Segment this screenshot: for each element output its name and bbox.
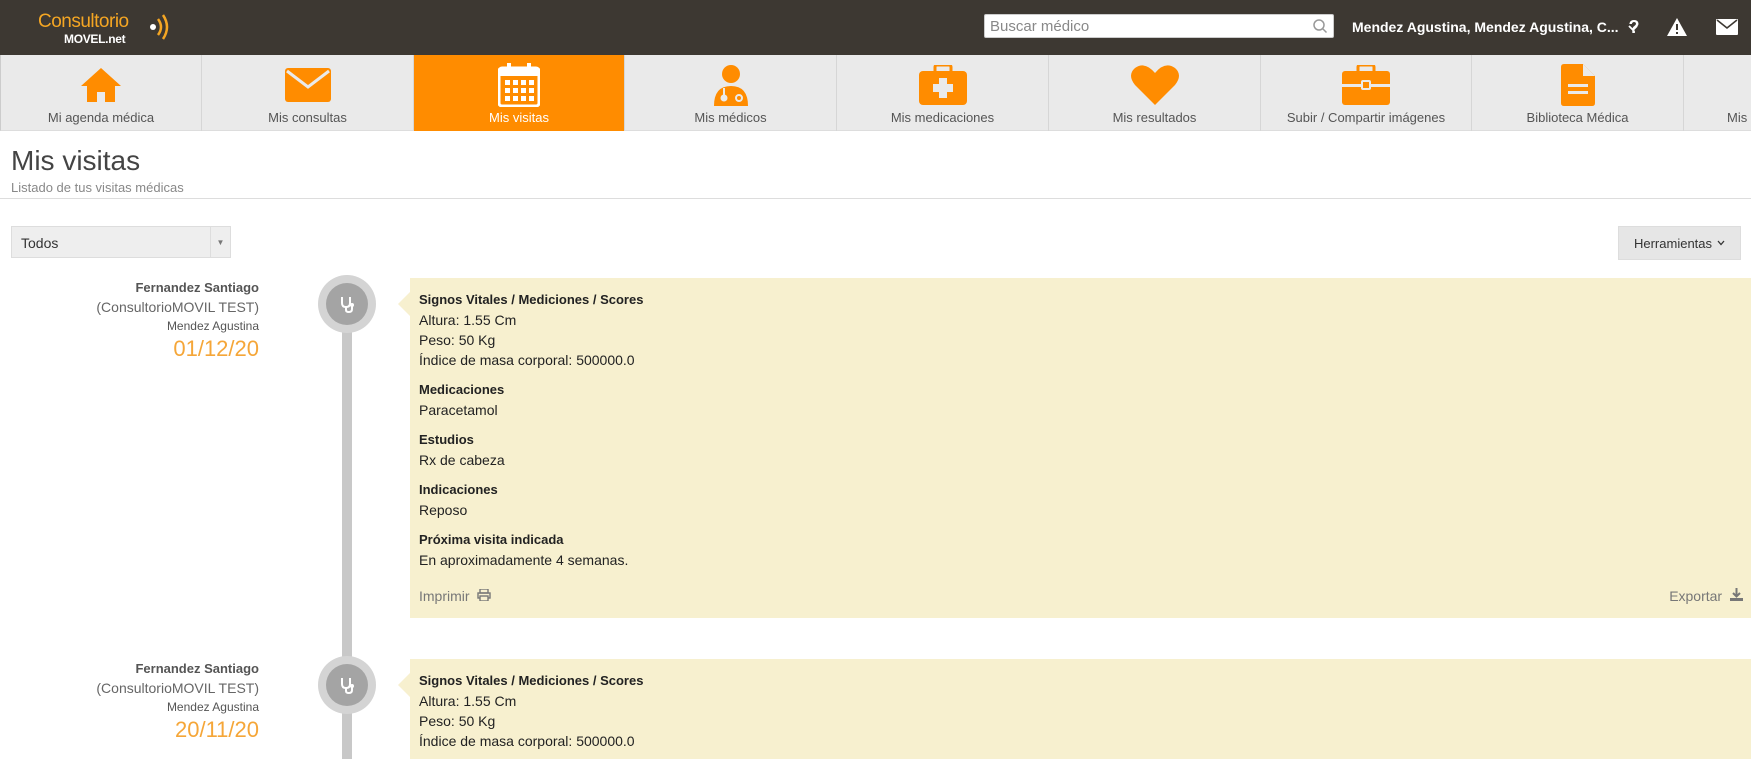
stethoscope-icon	[341, 297, 354, 313]
nav-item-medicaciones[interactable]: Mis medicaciones	[837, 55, 1049, 131]
section-line: Peso: 50 Kg	[419, 332, 496, 348]
visit-filter-select[interactable]: Todos ▼	[11, 226, 231, 258]
patient-name: Mendez Agustina	[166, 700, 259, 714]
tools-label: Herramientas	[1633, 235, 1713, 251]
dropdown-arrow-icon: ▼	[210, 227, 230, 257]
section-line: Peso: 50 Kg	[419, 713, 496, 729]
section-title: Próxima visita indicada	[419, 532, 564, 547]
export-label: Exportar	[1669, 588, 1723, 604]
app-logo[interactable]: Consultorio MOVEL.net	[38, 7, 169, 49]
visit-section: Próxima visita indicada En aproximadamen…	[419, 530, 1742, 570]
section-title: Signos Vitales / Mediciones / Scores	[419, 292, 644, 307]
top-header: Consultorio MOVEL.net Mendez Agustina, M…	[0, 0, 1751, 55]
clinic-name: (ConsultorioMOVIL TEST)	[96, 680, 259, 696]
calendar-icon	[498, 63, 540, 107]
print-button[interactable]: Imprimir	[419, 588, 492, 604]
first-aid-kit-icon	[918, 63, 967, 107]
patient-name: Mendez Agustina	[166, 319, 259, 333]
visit-section: Signos Vitales / Mediciones / Scores Alt…	[419, 671, 1742, 751]
envelope-icon[interactable]	[1715, 15, 1739, 39]
card-footer: Imprimir Exportar	[419, 588, 1743, 608]
page-subtitle: Listado de tus visitas médicas	[11, 180, 184, 195]
nav-item-label: Subir / Compartir imágenes	[1286, 110, 1446, 125]
doctor-search[interactable]	[984, 14, 1334, 38]
tools-dropdown-button[interactable]: Herramientas	[1618, 226, 1741, 260]
filter-value: Todos	[21, 235, 59, 251]
timeline-node	[318, 275, 376, 333]
visit-date: 01/12/20	[173, 336, 259, 361]
nav-item-imagenes[interactable]: Subir / Compartir imágenes	[1261, 55, 1472, 131]
section-line: Altura: 1.55 Cm	[419, 693, 517, 709]
section-line: En aproximadamente 4 semanas.	[419, 552, 629, 568]
section-line: Paracetamol	[419, 402, 498, 418]
section-line: Altura: 1.55 Cm	[419, 312, 517, 328]
nav-item-label: Biblioteca Médica	[1526, 110, 1629, 125]
clinic-name: (ConsultorioMOVIL TEST)	[96, 299, 259, 315]
section-line: Índice de masa corporal: 500000.0	[419, 352, 635, 368]
nav-item-label: Mi agenda médica	[47, 110, 155, 125]
nav-item-label: Mis consultas	[268, 110, 347, 125]
visit-date: 20/11/20	[174, 717, 259, 742]
section-title: Estudios	[419, 432, 474, 447]
heart-icon	[1130, 63, 1179, 107]
visit-meta: Fernandez Santiago (ConsultorioMOVIL TES…	[19, 280, 259, 362]
section-title: Signos Vitales / Mediciones / Scores	[419, 673, 644, 688]
section-title: Medicaciones	[419, 382, 505, 397]
visit-section: Estudios Rx de cabeza	[419, 430, 1742, 470]
nav-item-label: Mis medicaciones	[890, 110, 995, 125]
visit-card: Signos Vitales / Mediciones / Scores Alt…	[398, 659, 1751, 759]
briefcase-icon	[1342, 63, 1390, 107]
nav-item-visitas[interactable]: Mis visitas	[414, 55, 625, 131]
main-nav: Mi agenda médica Mis consultas Mis visit…	[0, 55, 1751, 131]
search-input[interactable]	[985, 15, 1305, 37]
print-label: Imprimir	[419, 588, 470, 604]
download-icon	[1730, 588, 1743, 601]
logo-subtext: MOVEL.net	[64, 32, 126, 46]
visit-section: Indicaciones Reposo	[419, 480, 1742, 520]
nav-item-label: Mis resultados	[1112, 110, 1197, 125]
page-title: Mis visitas	[11, 145, 141, 176]
user-menu[interactable]: Mendez Agustina, Mendez Agustina, C...	[1352, 19, 1639, 35]
section-line: Rx de cabeza	[419, 452, 505, 468]
home-icon	[79, 63, 123, 107]
nav-item-agenda[interactable]: Mi agenda médica	[1, 55, 202, 131]
nav-item-label: Mis	[1727, 110, 1748, 125]
nav-item-biblioteca[interactable]: Biblioteca Médica	[1472, 55, 1684, 131]
nav-item-consultas[interactable]: Mis consultas	[202, 55, 414, 131]
question-icon[interactable]: ?	[1622, 15, 1646, 39]
stethoscope-icon	[341, 678, 354, 694]
divider	[0, 198, 1751, 199]
doctor-name: Fernandez Santiago	[135, 280, 259, 295]
document-icon	[1560, 63, 1595, 107]
doctor-icon	[712, 63, 750, 107]
nav-item-more[interactable]: Mis	[1684, 55, 1751, 131]
logo-text: Consultorio	[38, 11, 129, 32]
export-button[interactable]: Exportar	[1669, 588, 1743, 604]
section-line: Índice de masa corporal: 500000.0	[419, 733, 635, 749]
user-label: Mendez Agustina, Mendez Agustina, C...	[1352, 19, 1619, 35]
visit-section: Medicaciones Paracetamol	[419, 380, 1742, 420]
nav-item-resultados[interactable]: Mis resultados	[1049, 55, 1261, 131]
signal-icon	[150, 14, 169, 40]
warning-icon[interactable]	[1665, 15, 1689, 39]
envelope-icon	[284, 63, 331, 107]
search-icon[interactable]	[1312, 18, 1328, 34]
nav-item-label: Mis visitas	[489, 110, 549, 125]
doctor-name: Fernandez Santiago	[135, 661, 259, 676]
section-line: Reposo	[419, 502, 468, 518]
section-title: Indicaciones	[419, 482, 498, 497]
nav-item-label: Mis médicos	[694, 110, 767, 125]
timeline-node	[318, 656, 376, 714]
visit-section: Signos Vitales / Mediciones / Scores Alt…	[419, 290, 1742, 370]
printer-icon	[477, 588, 492, 602]
nav-item-medicos[interactable]: Mis médicos	[625, 55, 837, 131]
visit-card: Signos Vitales / Mediciones / Scores Alt…	[398, 278, 1751, 618]
chevron-down-icon	[1717, 240, 1725, 246]
visit-meta: Fernandez Santiago (ConsultorioMOVIL TES…	[19, 661, 259, 743]
